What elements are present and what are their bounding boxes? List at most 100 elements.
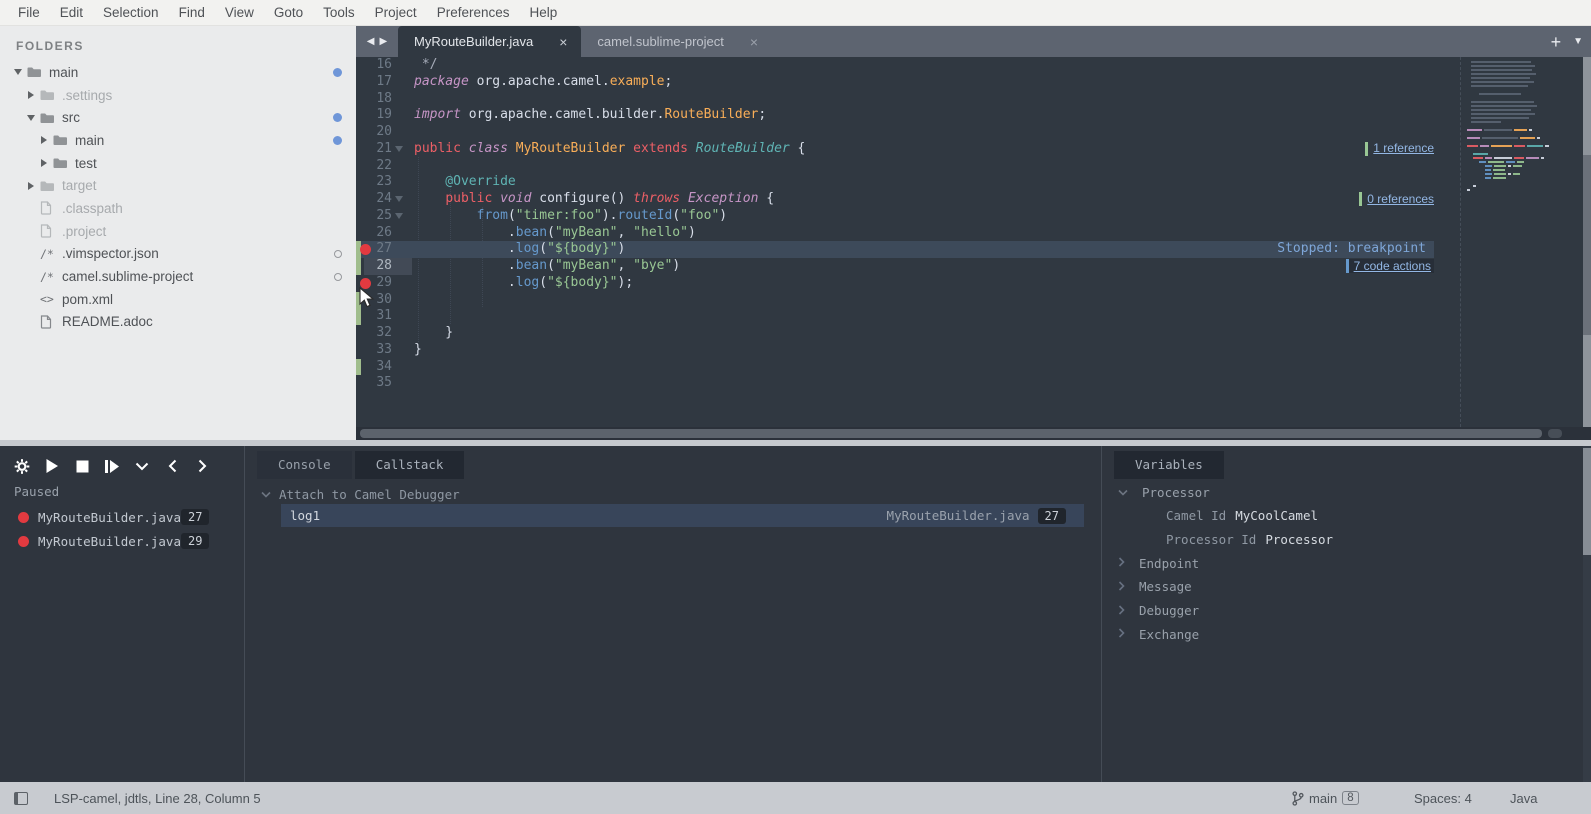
panel-toggle-icon[interactable] bbox=[14, 792, 28, 805]
chevron-right-icon[interactable] bbox=[1118, 625, 1125, 643]
sidebar-folder-target[interactable]: target bbox=[0, 174, 356, 197]
fold-arrow[interactable] bbox=[392, 213, 406, 219]
editor-horizontal-scrollbar-thumb[interactable] bbox=[360, 429, 1542, 438]
collapse-arrow-icon[interactable] bbox=[25, 115, 37, 121]
panel-tab-callstack[interactable]: Callstack bbox=[355, 451, 465, 479]
panel-scrollbar-thumb[interactable] bbox=[1583, 448, 1591, 555]
step-over-button[interactable] bbox=[104, 458, 120, 474]
breakpoint-icon[interactable] bbox=[360, 278, 371, 289]
tab-close-icon[interactable]: × bbox=[750, 34, 758, 50]
breakpoint-gutter[interactable] bbox=[356, 244, 374, 255]
chevron-right-icon[interactable] bbox=[1118, 578, 1125, 596]
variable-value: Processor bbox=[1265, 532, 1333, 547]
tab-nav-left-icon[interactable]: ◀ bbox=[367, 36, 375, 47]
expand-arrow-icon[interactable] bbox=[25, 182, 37, 190]
annotation-link[interactable]: 0 references bbox=[1367, 191, 1434, 208]
annotation-1-reference[interactable]: 1 reference bbox=[1365, 142, 1434, 156]
variable-group-message[interactable]: Message bbox=[1102, 577, 1192, 597]
annotation-7-code-actions[interactable]: 7 code actions bbox=[1346, 259, 1434, 273]
sidebar-file--vimspector-json[interactable]: /*.vimspector.json bbox=[0, 243, 356, 266]
chevron-down-button[interactable] bbox=[134, 458, 150, 474]
editor-horizontal-scrollbar-end[interactable] bbox=[1548, 429, 1562, 438]
sidebar-folder-test[interactable]: test bbox=[0, 152, 356, 175]
annotation-link[interactable]: 7 code actions bbox=[1354, 258, 1431, 275]
breakpoint-entry[interactable]: MyRouteBuilder.java27 bbox=[0, 506, 244, 528]
stack-frame-row[interactable]: log1 MyRouteBuilder.java 27 bbox=[281, 504, 1084, 527]
editor-vertical-scrollbar[interactable] bbox=[1583, 57, 1591, 427]
sidebar-folder-src[interactable]: src bbox=[0, 106, 356, 129]
git-branch-status[interactable]: main 8 bbox=[1292, 782, 1359, 814]
fold-arrow-icon[interactable] bbox=[395, 146, 403, 152]
expand-arrow-icon[interactable] bbox=[38, 159, 50, 167]
editor-horizontal-scrollbar[interactable] bbox=[356, 427, 1591, 440]
debug-toolbar bbox=[0, 446, 244, 474]
collapse-arrow-icon[interactable] bbox=[12, 69, 24, 75]
indentation-status[interactable]: Spaces: 4 bbox=[1414, 782, 1472, 814]
tab-myroutebuilder-java[interactable]: MyRouteBuilder.java× bbox=[398, 26, 581, 57]
sidebar-file--project[interactable]: .project bbox=[0, 220, 356, 243]
variable-group-exchange[interactable]: Exchange bbox=[1102, 624, 1199, 644]
sidebar-folder-main[interactable]: main bbox=[0, 61, 356, 84]
variable-group-processor[interactable]: Processor bbox=[1102, 482, 1210, 502]
panel-tab-variables[interactable]: Variables bbox=[1114, 451, 1224, 479]
menu-item-goto[interactable]: Goto bbox=[264, 5, 313, 20]
line-number: 16 bbox=[374, 57, 392, 74]
stop-button[interactable] bbox=[74, 458, 90, 474]
breakpoint-entry[interactable]: MyRouteBuilder.java29 bbox=[0, 530, 244, 552]
tab-overflow-icon[interactable]: ▼ bbox=[1573, 36, 1583, 47]
menu-item-edit[interactable]: Edit bbox=[50, 5, 93, 20]
sidebar-folder--settings[interactable]: .settings bbox=[0, 84, 356, 107]
menu-item-find[interactable]: Find bbox=[169, 5, 215, 20]
breakpoint-gutter[interactable] bbox=[356, 278, 374, 289]
panel-scrollbar[interactable] bbox=[1583, 446, 1591, 782]
fold-arrow-icon[interactable] bbox=[395, 213, 403, 219]
variable-group-debugger[interactable]: Debugger bbox=[1102, 601, 1199, 621]
breakpoint-icon[interactable] bbox=[360, 244, 371, 255]
fold-arrow[interactable] bbox=[392, 146, 406, 152]
variable-entry[interactable]: Camel IdMyCoolCamel bbox=[1102, 506, 1318, 526]
chevron-down-icon[interactable] bbox=[1118, 483, 1128, 501]
sidebar-file--classpath[interactable]: .classpath bbox=[0, 197, 356, 220]
tab-nav-right-icon[interactable]: ▶ bbox=[380, 36, 388, 47]
syntax-status[interactable]: Java bbox=[1510, 782, 1537, 814]
code-text: .bean("myBean", "hello") bbox=[414, 225, 696, 242]
chevron-left-button[interactable] bbox=[164, 458, 180, 474]
editor-vertical-scrollbar-thumb[interactable] bbox=[1583, 155, 1591, 335]
tab-nav-arrows[interactable]: ◀ ▶ bbox=[356, 26, 398, 57]
sidebar-file-pom-xml[interactable]: <>pom.xml bbox=[0, 288, 356, 311]
minimap-line bbox=[1465, 81, 1560, 83]
panel-tab-console[interactable]: Console bbox=[257, 451, 352, 479]
sidebar-file-readme-adoc[interactable]: README.adoc bbox=[0, 311, 356, 334]
code-area[interactable]: 16 */17package org.apache.camel.example;… bbox=[356, 57, 1591, 427]
menu-item-view[interactable]: View bbox=[215, 5, 264, 20]
annotation-link[interactable]: 1 reference bbox=[1373, 140, 1434, 157]
menu-item-help[interactable]: Help bbox=[520, 5, 568, 20]
menu-item-project[interactable]: Project bbox=[365, 5, 427, 20]
expand-arrow-icon[interactable] bbox=[38, 136, 50, 144]
chevron-right-icon[interactable] bbox=[1118, 602, 1125, 620]
new-tab-icon[interactable]: + bbox=[1551, 33, 1562, 51]
annotation-0-references[interactable]: 0 references bbox=[1359, 192, 1434, 206]
tab-camel-sublime-project[interactable]: camel.sublime-project× bbox=[581, 26, 772, 57]
fold-arrow[interactable] bbox=[392, 196, 406, 202]
menu-item-preferences[interactable]: Preferences bbox=[427, 5, 520, 20]
chevron-down-icon bbox=[261, 491, 271, 498]
tree-item-label: target bbox=[62, 178, 97, 193]
sidebar-folder-main[interactable]: main bbox=[0, 129, 356, 152]
menu-item-tools[interactable]: Tools bbox=[313, 5, 365, 20]
gear-button[interactable] bbox=[14, 458, 30, 474]
variable-group-endpoint[interactable]: Endpoint bbox=[1102, 553, 1199, 573]
chevron-right-icon[interactable] bbox=[1118, 554, 1125, 572]
tab-close-icon[interactable]: × bbox=[559, 34, 567, 50]
sidebar-file-camel-sublime-project[interactable]: /*camel.sublime-project bbox=[0, 265, 356, 288]
variable-entry[interactable]: Processor IdProcessor bbox=[1102, 529, 1333, 549]
fold-arrow-icon[interactable] bbox=[395, 196, 403, 202]
thread-row[interactable]: Attach to Camel Debugger bbox=[261, 484, 460, 504]
frame-name: log1 bbox=[290, 508, 320, 523]
menu-item-selection[interactable]: Selection bbox=[93, 5, 169, 20]
expand-arrow-icon[interactable] bbox=[25, 91, 37, 99]
chevron-right-button[interactable] bbox=[194, 458, 210, 474]
menu-item-file[interactable]: File bbox=[8, 5, 50, 20]
play-button[interactable] bbox=[44, 458, 60, 474]
minimap[interactable] bbox=[1460, 57, 1560, 427]
